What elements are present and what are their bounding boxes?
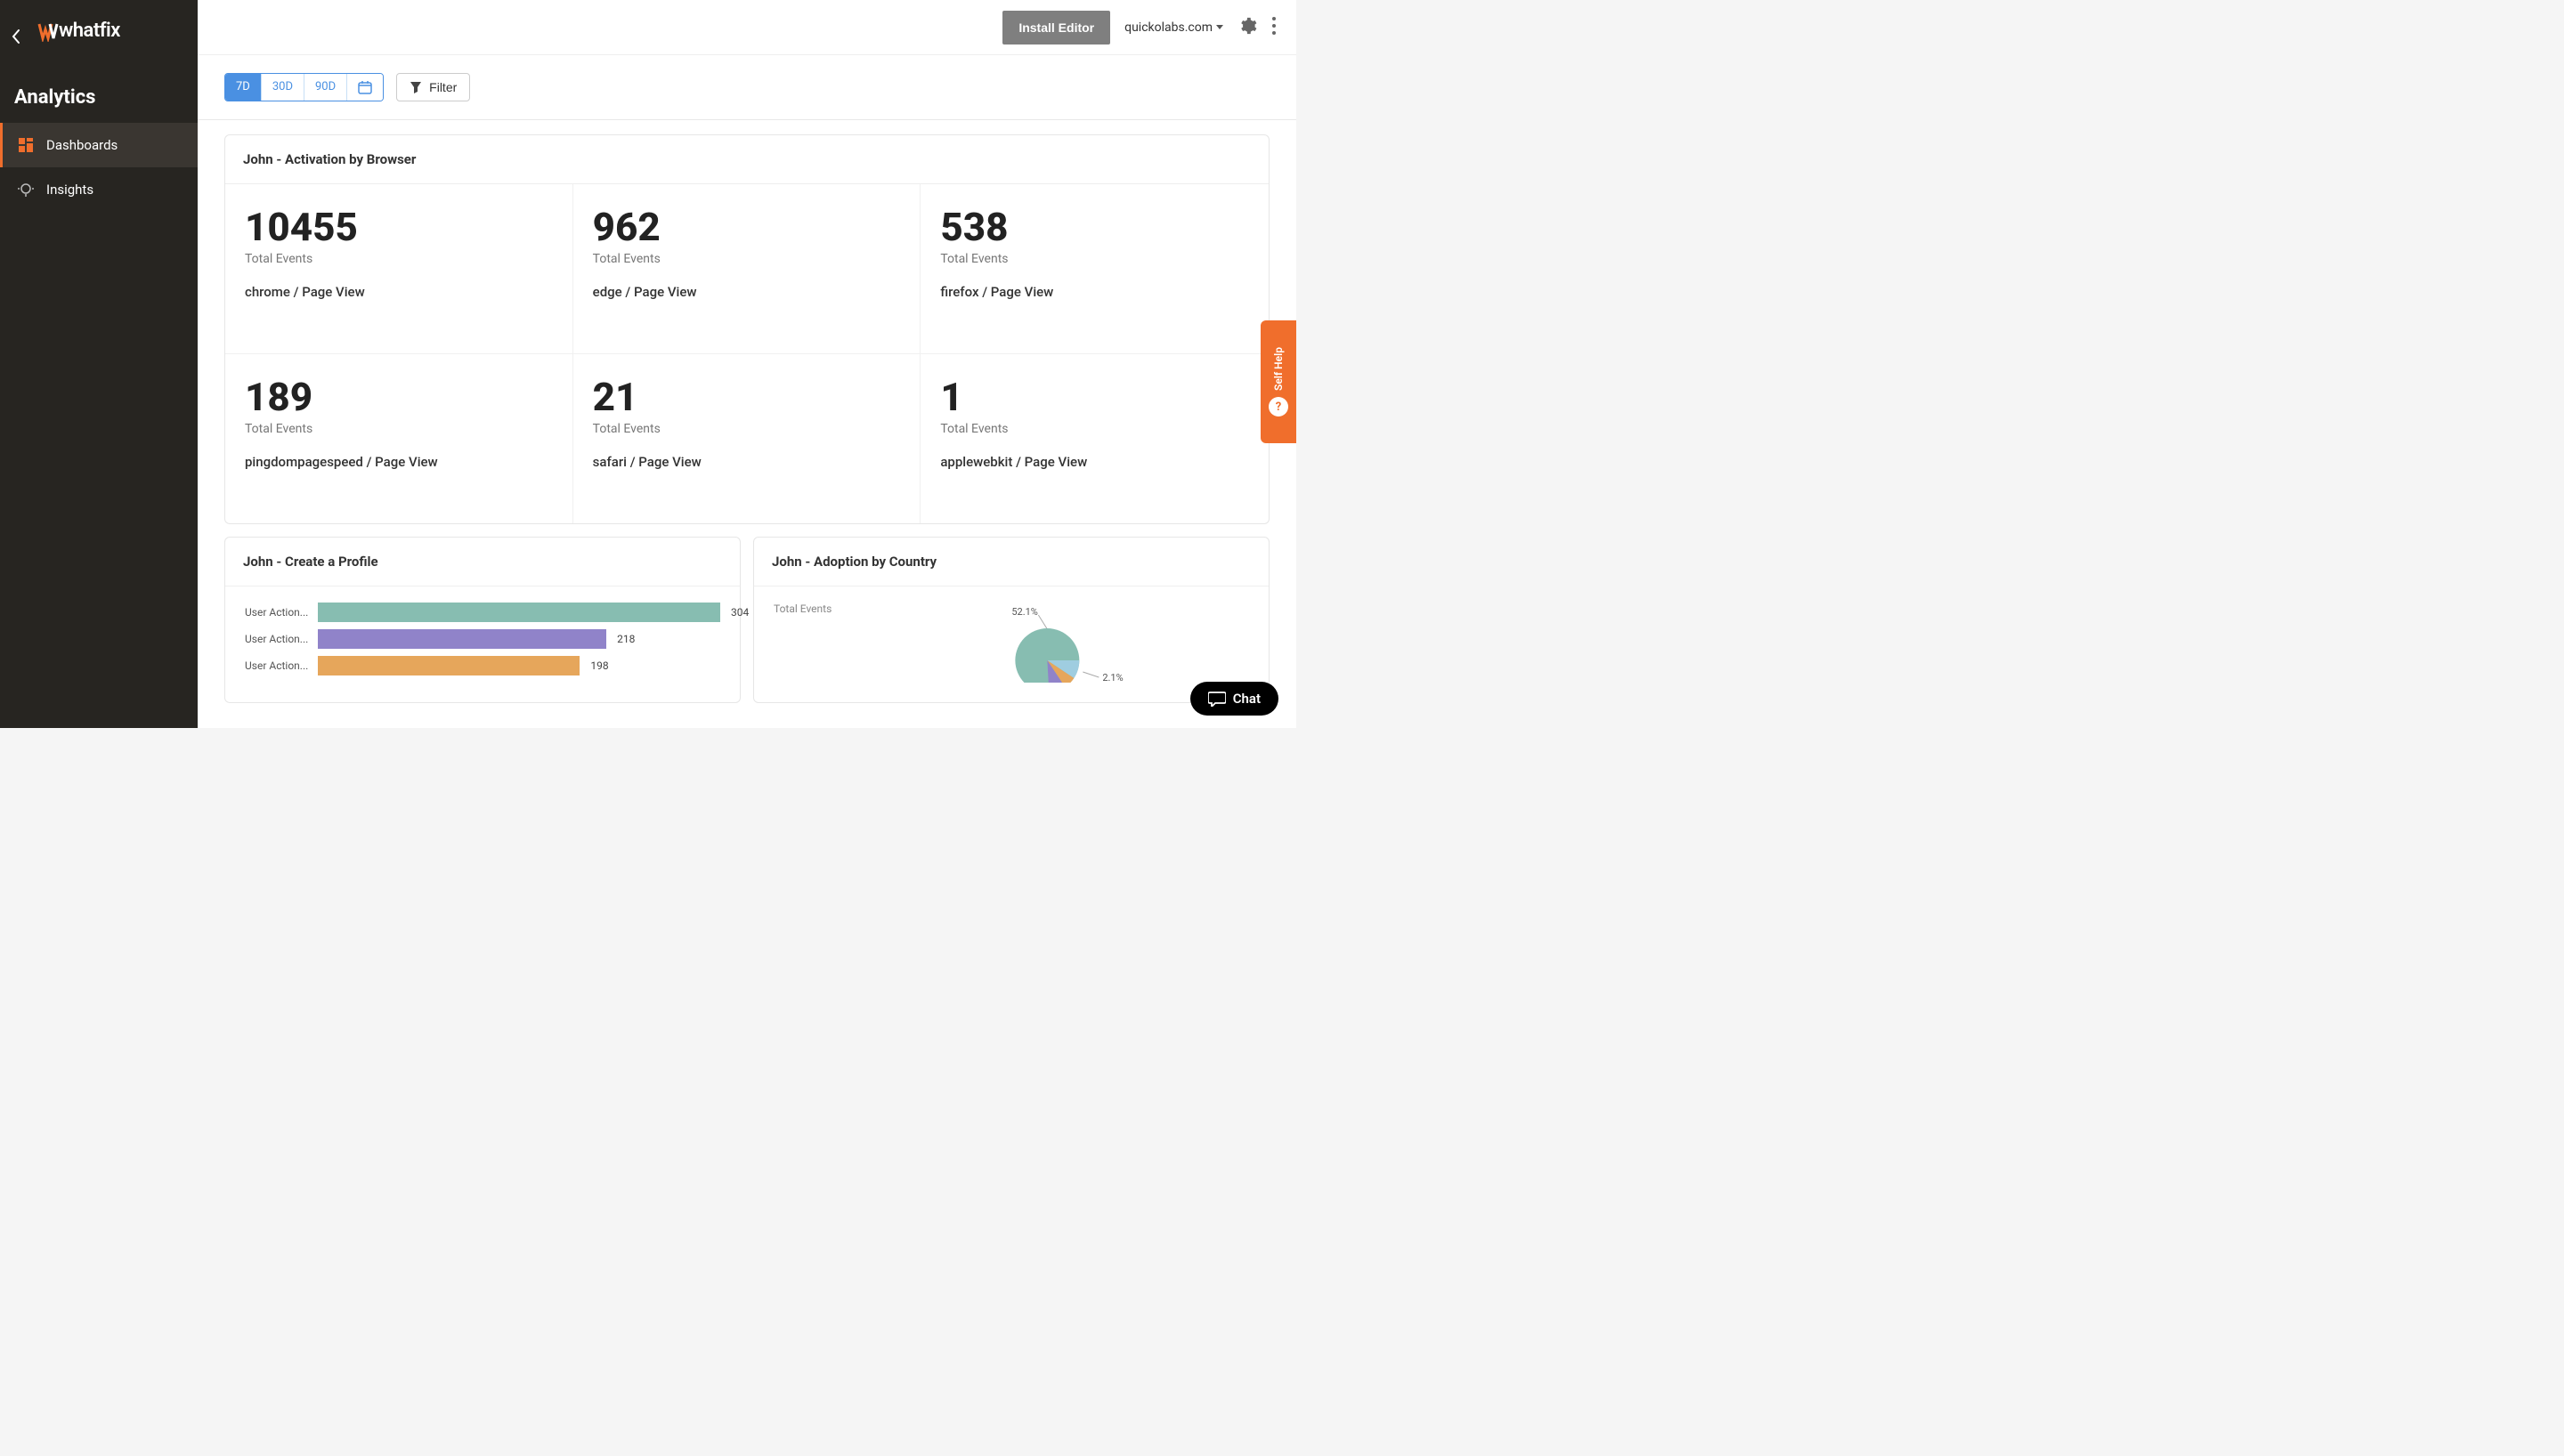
bar-row: User Action...304 [245, 603, 720, 622]
range-custom-calendar[interactable] [347, 74, 383, 101]
bar-label: User Action... [245, 659, 318, 672]
bottom-row: John - Create a Profile User Action...30… [224, 537, 1270, 716]
metric-tile: 538 Total Events firefox / Page View [921, 184, 1269, 354]
metric-value: 538 [940, 207, 1249, 247]
sidebar-item-label: Insights [46, 182, 93, 198]
metrics-grid: 10455 Total Events chrome / Page View 96… [225, 184, 1269, 523]
range-7d[interactable]: 7D [225, 74, 262, 101]
metric-tile: 962 Total Events edge / Page View [573, 184, 921, 354]
brand-name: whatfix [59, 20, 120, 42]
panel-title: John - Create a Profile [225, 538, 740, 586]
funnel-icon [410, 81, 422, 93]
date-range-segmented: 7D 30D 90D [224, 73, 384, 101]
calendar-icon [358, 80, 372, 94]
sidebar-item-dashboards[interactable]: Dashboards [0, 123, 198, 167]
metric-tile: 10455 Total Events chrome / Page View [225, 184, 573, 354]
lightbulb-icon [18, 182, 34, 198]
metric-value: 962 [593, 207, 901, 247]
whatfix-logo-icon [37, 20, 59, 42]
range-90d[interactable]: 90D [304, 74, 347, 101]
brand-logo: whatfix [0, 0, 198, 61]
domain-dropdown[interactable]: quickolabs.com [1124, 20, 1223, 35]
country-panel: John - Adoption by Country Total Events … [753, 537, 1270, 703]
metric-sub: Total Events [245, 252, 553, 266]
metric-label: firefox / Page View [940, 284, 1249, 300]
question-mark-icon: ? [1269, 397, 1288, 417]
bar-fill [318, 603, 720, 622]
caret-down-icon [1216, 25, 1223, 30]
metric-value: 1 [940, 377, 1249, 417]
bar-value: 198 [590, 659, 608, 672]
metric-label: applewebkit / Page View [940, 454, 1249, 470]
section-title: Analytics [0, 61, 198, 123]
topbar: Install Editor quickolabs.com [198, 0, 1296, 55]
bar-track: 304 [318, 603, 720, 622]
bar-label: User Action... [245, 633, 318, 645]
chat-bubble-icon [1208, 691, 1226, 707]
chat-label: Chat [1233, 691, 1261, 707]
sidebar: whatfix Analytics Dashboards Insights [0, 0, 198, 728]
filters-row: 7D 30D 90D Filter [198, 55, 1296, 120]
content: John - Activation by Browser 10455 Total… [198, 120, 1296, 728]
panel-title: John - Activation by Browser [225, 135, 1269, 184]
metric-sub: Total Events [593, 422, 901, 436]
sidebar-item-insights[interactable]: Insights [0, 167, 198, 212]
panel-title: John - Adoption by Country [754, 538, 1269, 586]
metric-tile: 1 Total Events applewebkit / Page View [921, 354, 1269, 523]
bar-label: User Action... [245, 606, 318, 619]
activation-panel: John - Activation by Browser 10455 Total… [224, 134, 1270, 524]
metric-sub: Total Events [940, 422, 1249, 436]
dashboard-icon [18, 137, 34, 153]
metric-tile: 21 Total Events safari / Page View [573, 354, 921, 523]
pie-pct-a: 52.1% [1012, 606, 1039, 618]
range-30d[interactable]: 30D [262, 74, 304, 101]
filter-label: Filter [429, 80, 457, 94]
bar-value: 218 [617, 633, 635, 645]
self-help-label: Self Help [1272, 347, 1285, 391]
metric-value: 10455 [245, 207, 553, 247]
sidebar-item-label: Dashboards [46, 137, 118, 153]
main: Install Editor quickolabs.com 7D 30D 90D… [198, 0, 1296, 728]
metric-sub: Total Events [940, 252, 1249, 266]
metric-sub: Total Events [245, 422, 553, 436]
metric-value: 21 [593, 377, 901, 417]
bar-chart: User Action...304User Action...218User A… [225, 586, 740, 699]
bar-fill [318, 629, 606, 649]
profile-panel: John - Create a Profile User Action...30… [224, 537, 741, 703]
pie-pct-b: 2.1% [1103, 672, 1124, 683]
back-arrow-icon[interactable] [11, 28, 21, 48]
pie-chart: Total Events 52.1% 2.1% [754, 586, 1269, 702]
metric-label: chrome / Page View [245, 284, 553, 300]
bar-fill [318, 656, 580, 675]
install-editor-button[interactable]: Install Editor [1002, 11, 1110, 44]
bar-row: User Action... 198 [245, 656, 720, 675]
bar-track: 218 [318, 629, 720, 649]
pie-svg: 52.1% 2.1% [832, 603, 1249, 683]
bar-track: 198 [318, 656, 720, 675]
metric-value: 189 [245, 377, 553, 417]
metric-tile: 189 Total Events pingdompagespeed / Page… [225, 354, 573, 523]
metric-label: pingdompagespeed / Page View [245, 454, 553, 470]
kebab-menu-icon[interactable] [1271, 16, 1277, 39]
self-help-tab[interactable]: Self Help ? [1261, 320, 1296, 443]
domain-label: quickolabs.com [1124, 20, 1213, 35]
bar-row: User Action... 218 [245, 629, 720, 649]
metric-label: safari / Page View [593, 454, 901, 470]
pie-label: Total Events [774, 603, 832, 686]
metric-sub: Total Events [593, 252, 901, 266]
gear-icon[interactable] [1237, 16, 1257, 39]
chat-button[interactable]: Chat [1190, 682, 1278, 716]
bar-value: 304 [731, 606, 749, 619]
metric-label: edge / Page View [593, 284, 901, 300]
filter-button[interactable]: Filter [396, 73, 470, 101]
